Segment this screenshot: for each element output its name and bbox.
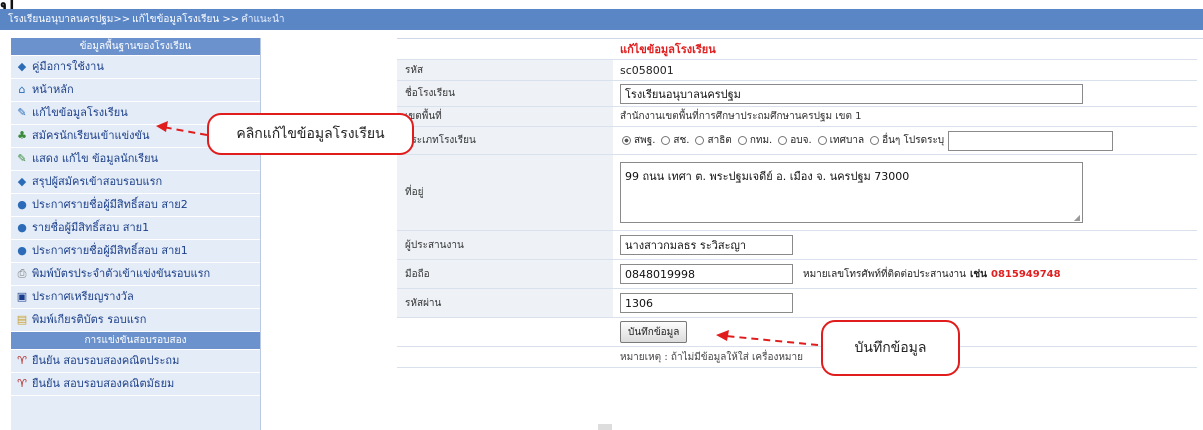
- callout-save: บันทึกข้อมูล: [821, 320, 960, 376]
- arrow-line-save: [725, 335, 819, 346]
- arrow-head-save-icon: [716, 330, 729, 341]
- scrollbar[interactable]: [598, 424, 612, 430]
- annotation-arrows: [156, 121, 819, 346]
- arrow-line-edit: [162, 126, 208, 136]
- callout-edit-school: คลิกแก้ไขข้อมูลโรงเรียน: [207, 113, 414, 155]
- arrow-head-edit-icon: [156, 121, 168, 132]
